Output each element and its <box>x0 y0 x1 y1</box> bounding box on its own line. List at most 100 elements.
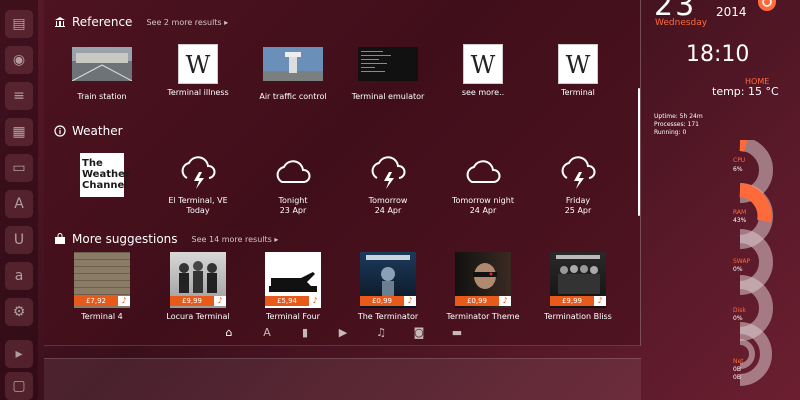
conky-gauges <box>739 140 773 386</box>
music-note-icon: ♪ <box>214 296 226 306</box>
reference-result-label: see more.. <box>461 88 505 97</box>
suggestion-label: Termination Bliss <box>544 312 612 321</box>
brick-album-art: £7,92 ♪ <box>74 252 130 308</box>
shopping-bag-icon <box>55 233 65 244</box>
deathstars-album-art: £9,99 ♪ <box>550 252 606 308</box>
suggestions-header[interactable]: More suggestions See 14 more results ▸ <box>54 232 278 246</box>
conky-uptime: Uptime: 5h 24m <box>654 113 703 120</box>
suggestion-result-4[interactable]: £0,99 ♪ The Terminator <box>341 252 435 322</box>
wikipedia-icon: W <box>463 44 503 84</box>
plane-album-art: £5,94 ♪ <box>265 252 321 308</box>
price-tag: £0,99 <box>455 296 499 306</box>
suggestion-result-3[interactable]: £5,94 ♪ Terminal Four <box>246 252 340 322</box>
dash-panel: Reference See 2 more results ▸ Train sta… <box>44 0 641 346</box>
launcher-terminal-icon[interactable]: ▸ <box>5 340 33 368</box>
music-note-icon: ♪ <box>594 296 606 306</box>
weather-day: Tomorrow <box>368 196 408 205</box>
reference-more-link[interactable]: See 2 more results ▸ <box>146 18 228 27</box>
cloud-icon <box>276 160 311 183</box>
weather-location: El Terminal, VE <box>168 196 228 205</box>
launcher-ubuntu-one-icon[interactable]: U <box>5 226 33 254</box>
ram-value: 43% <box>733 217 747 224</box>
cpu-value: 6% <box>733 166 743 173</box>
dash-scrollbar[interactable] <box>638 88 640 216</box>
suggestion-result-1[interactable]: £7,92 ♪ Terminal 4 <box>55 252 149 322</box>
weather-date: 25 Apr <box>564 206 592 215</box>
cpu-label: CPU <box>733 157 746 164</box>
reference-result-label: Terminal <box>561 88 595 97</box>
suggestion-result-6[interactable]: £9,99 ♪ Termination Bliss <box>531 252 625 322</box>
reference-result-2[interactable]: W Terminal illness <box>151 44 245 98</box>
suggestion-label: Locura Terminal <box>166 312 230 321</box>
weather-date: 23 Apr <box>279 206 307 215</box>
net-up-value: 0B <box>733 366 741 373</box>
conky-temp: temp: 15 °C <box>712 85 779 98</box>
weather-result-4[interactable]: Tomorrow 24 Apr <box>341 150 435 216</box>
reference-icon <box>55 17 65 27</box>
disk-label: Disk <box>733 307 746 314</box>
music-note-icon: ♪ <box>309 296 321 306</box>
reference-result-4[interactable]: Terminal emulator <box>341 44 435 102</box>
launcher-fonts-icon[interactable]: A <box>5 190 33 218</box>
reference-result-1[interactable]: Train station <box>55 44 149 102</box>
conky-weekday: Wednesday <box>655 18 708 28</box>
weather-title: Weather <box>72 124 123 138</box>
launcher-workspace-icon[interactable]: ▢ <box>5 372 33 400</box>
weather-day: Tonight <box>278 196 308 205</box>
suggestion-result-2[interactable]: £9,99 ♪ Locura Terminal <box>151 252 245 322</box>
wikipedia-icon: W <box>558 44 598 84</box>
weather-day: Today <box>186 206 210 215</box>
terminator-album-art: £0,99 ♪ <box>360 252 416 308</box>
photo-lens-icon[interactable]: ◙ <box>409 326 429 340</box>
social-lens-icon[interactable]: ▬ <box>447 326 467 340</box>
launcher-firefox-icon[interactable]: ◉ <box>5 46 33 74</box>
weather-header[interactable]: Weather <box>54 124 123 138</box>
launcher-calc-icon[interactable]: ▦ <box>5 118 33 146</box>
weather-result-3[interactable]: Tonight 23 Apr <box>246 150 340 216</box>
cloud-icon <box>466 160 501 183</box>
suggestions-more-link[interactable]: See 14 more results ▸ <box>192 235 279 244</box>
weather-result-1[interactable]: The Weather Channel <box>55 153 149 197</box>
net-label: Net <box>733 358 744 365</box>
launcher: ▤ ◉ ≡ ▦ ▭ A U a ⚙ ▸ ▢ <box>0 0 38 400</box>
music-note-icon: ♪ <box>118 296 130 306</box>
launcher-amazon-icon[interactable]: a <box>5 262 33 290</box>
suggestion-label: Terminal Four <box>266 312 320 321</box>
weather-result-2[interactable]: El Terminal, VE Today <box>151 150 245 216</box>
video-lens-icon[interactable]: ▶ <box>333 326 353 340</box>
launcher-writer-icon[interactable]: ≡ <box>5 82 33 110</box>
reference-title: Reference <box>72 15 133 29</box>
terminal-screenshot <box>358 47 418 81</box>
storm-cloud-icon <box>371 156 406 189</box>
conky-time: 18:10 <box>686 42 750 67</box>
info-icon <box>54 125 66 137</box>
files-lens-icon[interactable]: ▮ <box>295 326 315 340</box>
disk-value: 0% <box>733 315 743 322</box>
conky-year: 2014 <box>716 5 747 19</box>
apps-lens-icon[interactable]: A <box>257 326 277 340</box>
price-tag: £9,99 <box>550 296 594 306</box>
ram-label: RAM <box>733 209 747 216</box>
music-lens-icon[interactable]: ♫ <box>371 326 391 340</box>
launcher-impress-icon[interactable]: ▭ <box>5 154 33 182</box>
launcher-settings-icon[interactable]: ⚙ <box>5 298 33 326</box>
launcher-files-icon[interactable]: ▤ <box>5 10 33 38</box>
reference-result-3[interactable]: Air traffic control <box>246 44 340 102</box>
reference-result-label: Terminal emulator <box>351 92 425 101</box>
weather-channel-logo: The Weather Channel <box>80 153 130 197</box>
swap-label: SWAP <box>733 258 751 265</box>
suggestion-result-5[interactable]: £0,99 ♪ Terminator Theme <box>436 252 530 322</box>
net-down-value: 0B <box>733 374 741 381</box>
weather-day: Tomorrow night <box>452 196 514 205</box>
reference-result-label: Terminal illness <box>167 88 229 97</box>
home-lens-icon[interactable]: ⌂ <box>219 326 239 340</box>
reference-result-5[interactable]: W see more.. <box>436 44 530 98</box>
conky-running: Running: 0 <box>654 129 687 136</box>
wikipedia-icon: W <box>178 44 218 84</box>
weather-result-5[interactable]: Tomorrow night 24 Apr <box>436 150 530 216</box>
swap-value: 0% <box>733 266 743 273</box>
reference-result-6[interactable]: W Terminal <box>531 44 625 98</box>
control-tower-photo <box>263 47 323 81</box>
weather-result-6[interactable]: Friday 25 Apr <box>531 150 625 216</box>
reference-header[interactable]: Reference See 2 more results ▸ <box>54 15 228 29</box>
